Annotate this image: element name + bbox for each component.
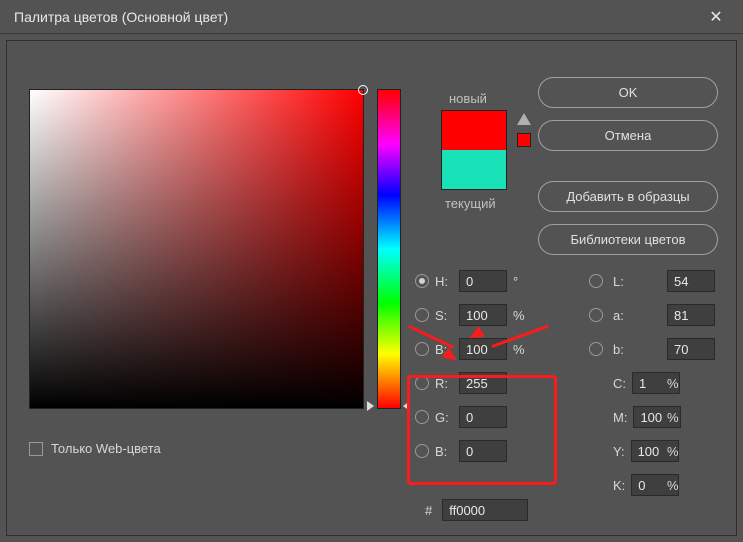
row-b-lab-b: B: % b: xyxy=(415,337,725,361)
web-only-checkbox[interactable] xyxy=(29,442,43,456)
swatch-box xyxy=(441,110,507,190)
unit-s: % xyxy=(513,308,537,323)
cancel-button[interactable]: Отмена xyxy=(538,120,718,151)
radio-h[interactable] xyxy=(415,274,429,288)
radio-a[interactable] xyxy=(589,308,603,322)
unit-h: ° xyxy=(513,274,537,289)
current-color-label: текущий xyxy=(445,196,507,211)
input-s[interactable] xyxy=(459,304,507,326)
input-h[interactable] xyxy=(459,270,507,292)
input-b-lab[interactable] xyxy=(667,338,715,360)
row-s-a: S: % a: xyxy=(415,303,725,327)
color-libraries-button[interactable]: Библиотеки цветов xyxy=(538,224,718,255)
label-l: L: xyxy=(613,274,663,289)
unit-m: % xyxy=(667,410,691,425)
ok-button[interactable]: OK xyxy=(538,77,718,108)
button-panel: OK Отмена Добавить в образцы Библиотеки … xyxy=(538,77,718,255)
label-y: Y: xyxy=(613,444,625,459)
row-k: K: % xyxy=(415,473,725,497)
radio-b-rgb[interactable] xyxy=(415,444,429,458)
web-only-row: Только Web-цвета xyxy=(29,441,161,456)
dialog-title: Палитра цветов (Основной цвет) xyxy=(14,9,228,25)
hue-pointer-icon xyxy=(403,401,410,411)
unit-k: % xyxy=(667,478,691,493)
unit-y: % xyxy=(667,444,691,459)
label-b-rgb: B: xyxy=(435,444,455,459)
new-color-label: новый xyxy=(449,91,507,106)
radio-l[interactable] xyxy=(589,274,603,288)
label-m: M: xyxy=(613,410,627,425)
label-hex: # xyxy=(425,503,432,518)
hue-pointer-icon xyxy=(367,401,374,411)
radio-g[interactable] xyxy=(415,410,429,424)
sv-indicator[interactable] xyxy=(358,85,368,95)
add-swatch-button[interactable]: Добавить в образцы xyxy=(538,181,718,212)
web-only-label: Только Web-цвета xyxy=(51,441,161,456)
input-r[interactable] xyxy=(459,372,507,394)
color-fields: H: ° L: S: % a: B: % b: xyxy=(415,269,725,507)
input-g[interactable] xyxy=(459,406,507,428)
label-c: C: xyxy=(613,376,626,391)
new-color-swatch[interactable] xyxy=(442,111,506,150)
radio-b-hsb[interactable] xyxy=(415,342,429,356)
dialog-body: новый текущий OK Отмена Добавить в образ… xyxy=(6,40,737,536)
label-k: K: xyxy=(613,478,625,493)
input-a[interactable] xyxy=(667,304,715,326)
row-b-y: B: Y: % xyxy=(415,439,725,463)
row-h-l: H: ° L: xyxy=(415,269,725,293)
gamut-warning-swatch[interactable] xyxy=(517,133,531,147)
close-button[interactable]: ✕ xyxy=(701,2,731,32)
color-swatches: новый текущий xyxy=(441,91,507,211)
current-color-swatch[interactable] xyxy=(442,150,506,189)
saturation-value-panel[interactable] xyxy=(29,89,364,409)
unit-c: % xyxy=(667,376,691,391)
unit-b-hsb: % xyxy=(513,342,537,357)
input-b-rgb[interactable] xyxy=(459,440,507,462)
gamut-warning-icon[interactable] xyxy=(517,113,531,125)
label-s: S: xyxy=(435,308,455,323)
radio-s[interactable] xyxy=(415,308,429,322)
hex-row: # xyxy=(425,499,528,521)
label-g: G: xyxy=(435,410,455,425)
radio-r[interactable] xyxy=(415,376,429,390)
label-b-lab: b: xyxy=(613,342,663,357)
titlebar: Палитра цветов (Основной цвет) ✕ xyxy=(0,0,743,34)
input-hex[interactable] xyxy=(442,499,528,521)
radio-b-lab[interactable] xyxy=(589,342,603,356)
label-h: H: xyxy=(435,274,455,289)
row-g-m: G: M: % xyxy=(415,405,725,429)
input-l[interactable] xyxy=(667,270,715,292)
label-r: R: xyxy=(435,376,455,391)
label-a: a: xyxy=(613,308,663,323)
row-r-c: R: C: % xyxy=(415,371,725,395)
hue-slider[interactable] xyxy=(377,89,401,409)
